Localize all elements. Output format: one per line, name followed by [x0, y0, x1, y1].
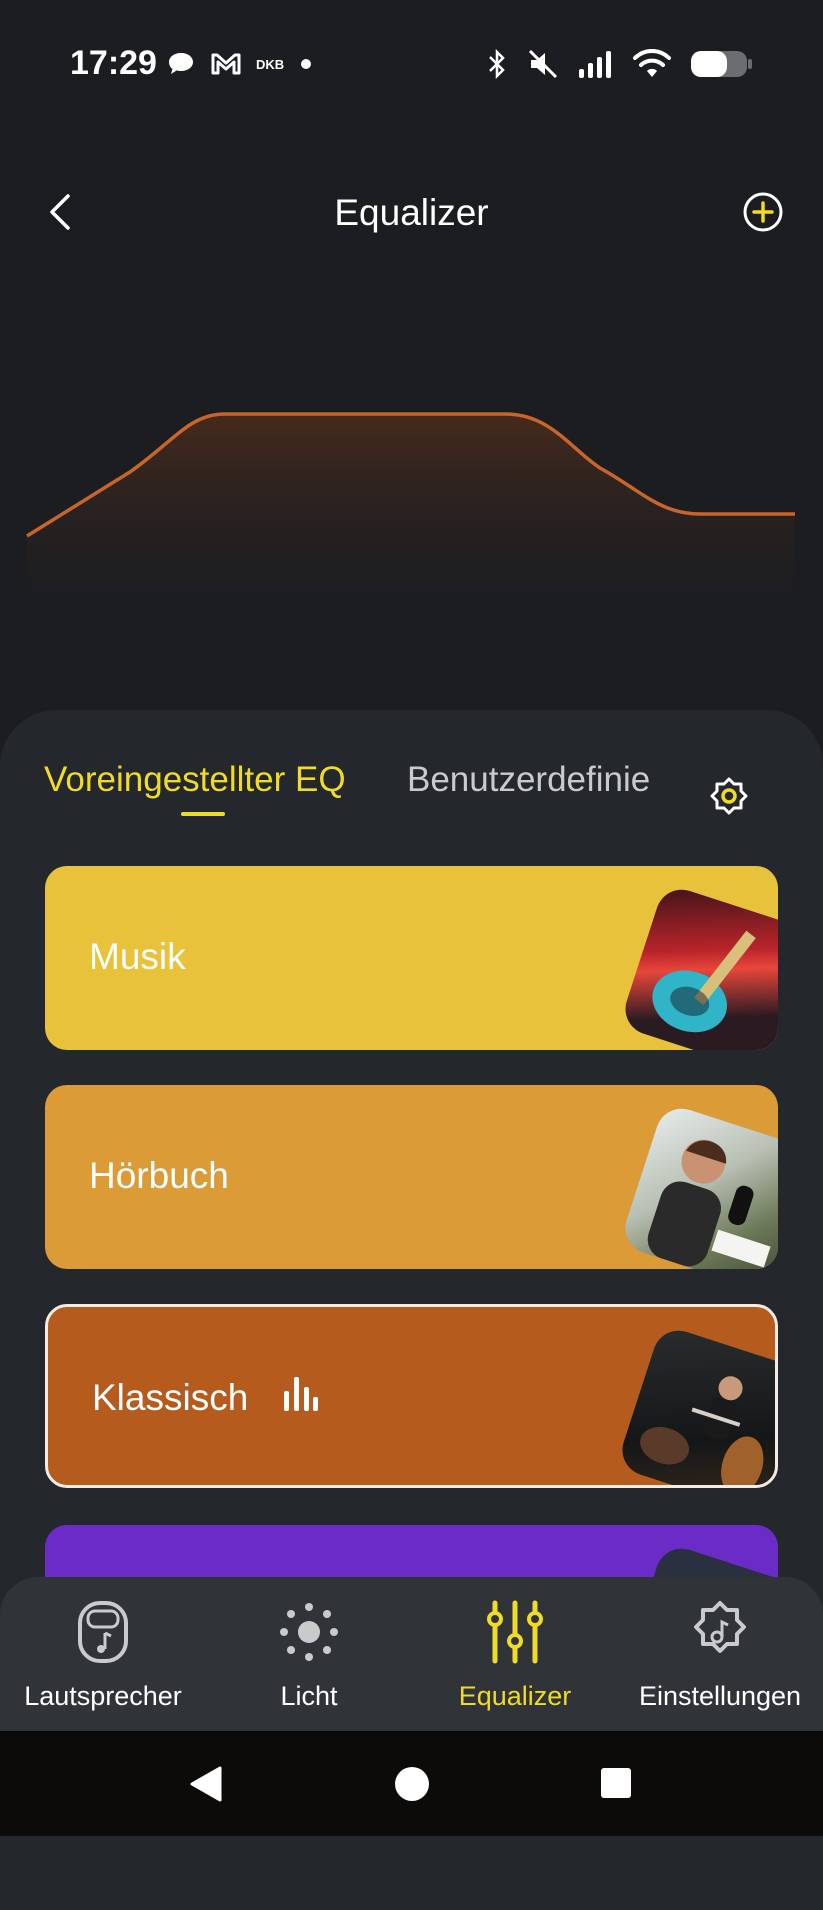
eq-curve-graph [26, 412, 795, 640]
bluetooth-icon [489, 48, 505, 80]
eq-curve-fill [27, 414, 795, 640]
system-icons [485, 48, 753, 80]
bottom-navigation: Lautsprecher Licht Equalizer Einstellung… [0, 1577, 823, 1731]
status-time: 17:29 [70, 44, 157, 82]
status-bar: 17:29 DKB [0, 0, 823, 130]
orchestra-image [615, 1323, 775, 1485]
sun-icon [280, 1603, 338, 1661]
nav-item-lautsprecher[interactable]: Lautsprecher [0, 1597, 206, 1712]
equalizer-bars-icon [284, 1377, 318, 1411]
eq-settings-gear-icon[interactable] [706, 776, 752, 822]
nav-item-einstellungen[interactable]: Einstellungen [617, 1597, 823, 1712]
add-preset-button[interactable] [741, 190, 785, 234]
battery-icon [691, 51, 752, 77]
app-header: Equalizer [0, 170, 823, 250]
guitar-image [618, 882, 778, 1050]
tab-custom-eq[interactable]: Benutzerdefinie [407, 760, 663, 800]
dot-icon [301, 59, 312, 69]
system-home-icon[interactable] [393, 1765, 431, 1803]
preset-card-klassisch[interactable]: Klassisch [45, 1304, 778, 1488]
settings-gear-icon [694, 1601, 746, 1653]
sliders-icon [487, 1600, 543, 1664]
nav-label: Einstellungen [638, 1681, 802, 1711]
preset-card-hoerbuch[interactable]: Hörbuch [45, 1085, 778, 1269]
audiobook-image [618, 1101, 778, 1269]
tab-preset-eq[interactable]: Voreingestellter EQ [44, 760, 346, 800]
system-navigation-bar [0, 1731, 823, 1836]
nav-item-licht[interactable]: Licht [206, 1597, 412, 1712]
mute-icon [528, 49, 558, 79]
nav-label: Equalizer [458, 1681, 572, 1711]
speaker-icon [78, 1601, 128, 1663]
preset-card-musik[interactable]: Musik [45, 866, 778, 1050]
system-recents-icon[interactable] [600, 1767, 632, 1799]
page-title: Equalizer [334, 192, 489, 233]
system-back-icon[interactable] [188, 1764, 224, 1804]
chat-bubble-icon [169, 53, 193, 74]
preset-label: Klassisch [92, 1377, 249, 1418]
tab-active-indicator [181, 812, 225, 816]
gmail-icon [211, 53, 241, 75]
dkb-badge: DKB [256, 56, 285, 72]
signal-icon [579, 51, 611, 78]
preset-label: Hörbuch [89, 1155, 229, 1196]
nav-label: Lautsprecher [24, 1681, 182, 1711]
preset-label: Musik [89, 936, 186, 977]
wifi-icon [633, 49, 671, 77]
nav-label: Licht [280, 1681, 338, 1711]
notification-icons: DKB [166, 50, 314, 78]
nav-item-equalizer[interactable]: Equalizer [412, 1597, 618, 1712]
